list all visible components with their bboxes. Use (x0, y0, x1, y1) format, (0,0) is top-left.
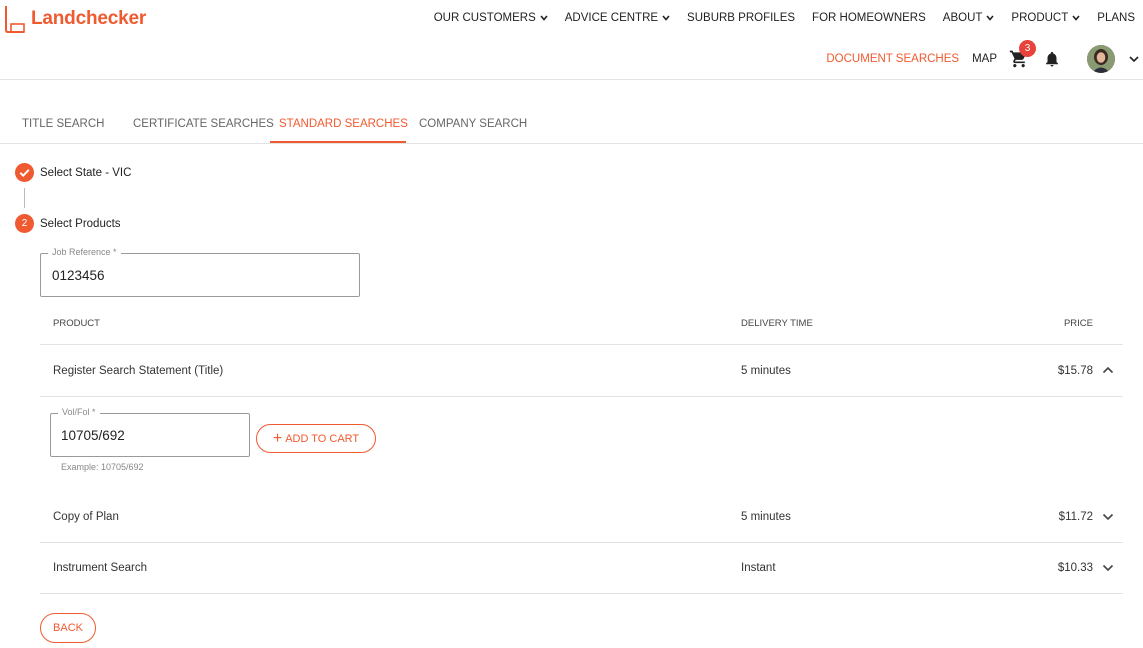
tab-title-search[interactable]: TITLE SEARCH (22, 104, 104, 144)
product-name: Instrument Search (53, 562, 147, 574)
delivery-time: 5 minutes (741, 511, 791, 523)
avatar[interactable] (1087, 45, 1115, 73)
vol-fol-value[interactable]: 10705/692 (61, 428, 125, 443)
document-searches-link[interactable]: DOCUMENT SEARCHES (826, 53, 959, 65)
landchecker-logo-icon (5, 6, 25, 33)
divider (40, 542, 1123, 543)
active-tab-indicator (270, 141, 406, 143)
delivery-time: 5 minutes (741, 365, 791, 377)
divider (40, 593, 1123, 594)
back-button[interactable]: BACK (40, 613, 96, 643)
search-tabs: TITLE SEARCH CERTIFICATE SEARCHES STANDA… (0, 104, 1143, 144)
plus-icon: + (272, 429, 283, 447)
check-icon (19, 169, 30, 177)
tab-certificate-searches[interactable]: CERTIFICATE SEARCHES (133, 104, 274, 144)
column-header-product: PRODUCT (53, 318, 100, 329)
add-to-cart-label: ADD TO CART (285, 432, 360, 445)
tab-standard-searches[interactable]: STANDARD SEARCHES (279, 104, 408, 144)
divider (40, 396, 1123, 397)
nav-label: FOR HOMEOWNERS (812, 12, 926, 24)
nav-product[interactable]: PRODUCT (1011, 12, 1080, 24)
nav-label: ABOUT (942, 12, 983, 24)
price: $11.72 (1058, 511, 1093, 523)
job-reference-value[interactable]: 0123456 (52, 268, 105, 283)
price: $10.33 (1057, 562, 1093, 574)
sub-nav: DOCUMENT SEARCHES MAP 3 (826, 40, 1139, 75)
vol-fol-label: Vol/Fol * (58, 407, 100, 417)
cart-count-badge: 3 (1019, 40, 1036, 57)
chevron-down-icon[interactable] (1102, 564, 1114, 572)
chevron-down-icon (662, 15, 670, 21)
nav-for-homeowners[interactable]: FOR HOMEOWNERS (812, 12, 926, 24)
delivery-time: Instant (741, 562, 776, 574)
step-label: Select State - VIC (40, 166, 132, 179)
divider (40, 344, 1123, 345)
chevron-down-icon (540, 15, 548, 21)
nav-our-customers[interactable]: OUR CUSTOMERS (434, 12, 548, 24)
cart-button[interactable]: 3 (1009, 40, 1036, 69)
user-avatar-icon (1087, 45, 1115, 73)
column-header-delivery-time: DELIVERY TIME (741, 318, 813, 329)
header: Landchecker OUR CUSTOMERS ADVICE CENTRE … (0, 0, 1143, 80)
chevron-up-icon[interactable] (1102, 366, 1114, 374)
nav-advice-centre[interactable]: ADVICE CENTRE (565, 12, 670, 24)
nav-label: PLANS (1097, 12, 1135, 24)
brand-name: Landchecker (31, 8, 147, 29)
nav-label: OUR CUSTOMERS (433, 12, 536, 24)
job-reference-label: Job Reference * (48, 247, 121, 257)
column-header-price: PRICE (1063, 318, 1093, 329)
nav-about[interactable]: ABOUT (943, 12, 995, 24)
nav-suburb-profiles[interactable]: SUBURB PROFILES (687, 12, 795, 24)
product-name: Copy of Plan (53, 511, 119, 523)
tab-company-search[interactable]: COMPANY SEARCH (419, 104, 527, 144)
step-label: Select Products (40, 217, 121, 230)
map-link[interactable]: MAP (972, 53, 997, 65)
nav-label: SUBURB PROFILES (687, 12, 796, 24)
chevron-down-icon (1072, 15, 1080, 21)
nav-plans[interactable]: PLANS (1097, 12, 1135, 24)
step-select-state: Select State - VIC (15, 163, 131, 182)
price: $15.78 (1057, 365, 1093, 377)
chevron-down-icon (986, 15, 995, 21)
product-name: Register Search Statement (Title) (53, 365, 224, 377)
job-reference-field[interactable]: Job Reference * 0123456 (40, 247, 360, 297)
chevron-down-icon[interactable] (1102, 513, 1114, 521)
add-to-cart-button[interactable]: + ADD TO CART (256, 424, 376, 453)
bell-icon[interactable] (1043, 49, 1061, 69)
chevron-down-icon[interactable] (1129, 55, 1139, 63)
step-select-products: 2 Select Products (15, 214, 121, 233)
step-number: 2 (15, 214, 34, 233)
nav-label: PRODUCT (1011, 12, 1069, 24)
vol-fol-field[interactable]: Vol/Fol * 10705/692 (50, 407, 250, 457)
logo[interactable]: Landchecker (4, 5, 146, 33)
main-nav: OUR CUSTOMERS ADVICE CENTRE SUBURB PROFI… (417, 12, 1135, 24)
nav-label: ADVICE CENTRE (564, 12, 659, 24)
vol-fol-helper-text: Example: 10705/692 (61, 462, 144, 472)
step-connector (24, 188, 25, 208)
step-complete-marker (15, 163, 34, 182)
